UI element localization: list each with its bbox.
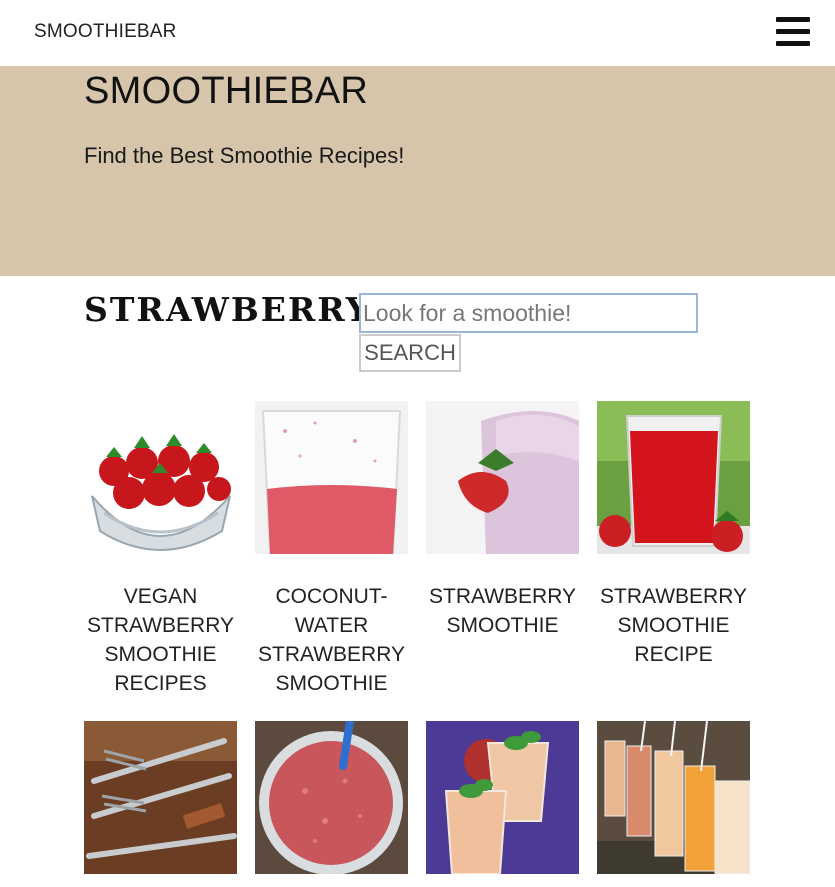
recipe-thumbnail[interactable] bbox=[426, 721, 579, 874]
recipe-thumbnail[interactable] bbox=[84, 721, 237, 874]
strawberry-smoothie-image bbox=[426, 401, 579, 554]
search-input[interactable] bbox=[359, 293, 698, 333]
recipe-thumbnail[interactable] bbox=[84, 401, 237, 554]
recipe-thumbnail[interactable] bbox=[255, 721, 408, 874]
menu-line bbox=[776, 17, 810, 22]
forks-and-knives-image bbox=[84, 721, 237, 874]
coconut-water-smoothie-image bbox=[255, 401, 408, 554]
hero-banner: SMOOTHIEBAR Find the Best Smoothie Recip… bbox=[0, 66, 835, 276]
hero-title: SMOOTHIEBAR bbox=[84, 70, 369, 112]
menu-line bbox=[776, 29, 810, 34]
peach-smoothies-image bbox=[426, 721, 579, 874]
red-smoothie-image bbox=[597, 401, 750, 554]
smoothie-glasses-row-image bbox=[597, 721, 750, 874]
top-navigation-bar: SMOOTHIEBAR bbox=[0, 0, 835, 66]
brand-link[interactable]: SMOOTHIEBAR bbox=[34, 21, 177, 43]
recipe-title[interactable]: COCONUT-WATER STRAWBERRY SMOOTHIE bbox=[246, 582, 417, 698]
hamburger-menu-icon[interactable] bbox=[776, 17, 810, 47]
recipe-thumbnail[interactable] bbox=[597, 401, 750, 554]
category-title: STRAWBERRY bbox=[84, 290, 372, 329]
recipe-title[interactable]: STRAWBERRY SMOOTHIE RECIPE bbox=[588, 582, 759, 669]
recipe-title[interactable]: STRAWBERRY SMOOTHIE bbox=[417, 582, 588, 640]
menu-line bbox=[776, 41, 810, 46]
search-button[interactable]: SEARCH bbox=[359, 334, 461, 372]
hero-subtitle: Find the Best Smoothie Recipes! bbox=[84, 143, 405, 168]
strawberries-image bbox=[84, 401, 237, 554]
recipe-title[interactable]: VEGAN STRAWBERRY SMOOTHIE RECIPES bbox=[75, 582, 246, 698]
recipe-thumbnail[interactable] bbox=[597, 721, 750, 874]
red-smoothie-with-straw-image bbox=[255, 721, 408, 874]
recipe-thumbnail[interactable] bbox=[255, 401, 408, 554]
recipe-thumbnail[interactable] bbox=[426, 401, 579, 554]
